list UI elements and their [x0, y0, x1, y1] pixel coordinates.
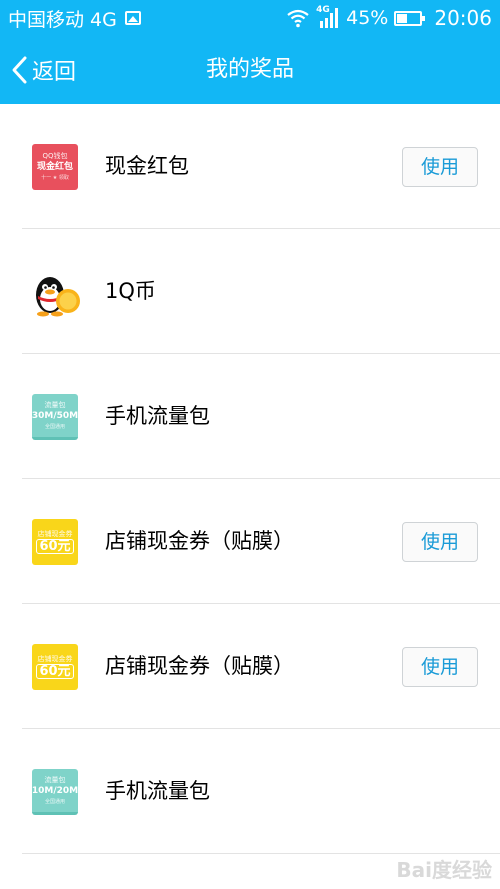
status-right: 4G 45% 20:06 — [286, 5, 492, 31]
thumbnail-text: 十一 ★ 领取 — [41, 175, 69, 181]
prize-list-item[interactable]: 流量包 10M/20M 全国通用 手机流量包 — [0, 729, 500, 854]
prize-name: 手机流量包 — [105, 404, 210, 428]
battery-icon — [394, 10, 426, 26]
qq-penguin-icon — [30, 267, 82, 319]
thumbnail-text: 30M/50M — [32, 410, 78, 421]
thumbnail-text: 店铺现金券 — [37, 655, 73, 663]
thumbnail-text: 60元 — [36, 664, 74, 679]
thumbnail-text: 流量包 — [44, 775, 66, 784]
status-left: 中国移动 4G — [8, 5, 141, 31]
thumbnail-text: QQ钱包 — [42, 152, 68, 160]
use-button[interactable]: 使用 — [402, 522, 478, 562]
wifi-icon — [287, 9, 309, 28]
carrier-label: 中国移动 4G — [8, 8, 117, 31]
prize-name: 手机流量包 — [105, 779, 210, 803]
watermark: Bai度经验 — [396, 858, 492, 882]
prize-thumbnail: QQ钱包现金红包十一 ★ 领取 — [32, 144, 78, 190]
prize-name: 店铺现金券（贴膜） — [105, 529, 294, 553]
image-icon — [124, 11, 141, 25]
use-button[interactable]: 使用 — [402, 647, 478, 687]
battery-level-fill — [397, 13, 408, 23]
thumbnail-text: 60元 — [36, 539, 74, 554]
thumbnail-text: 流量包 — [44, 400, 66, 409]
status-time: 20:06 — [434, 6, 492, 30]
thumbnail-text: 全国通用 — [44, 798, 65, 805]
prize-name: 现金红包 — [105, 154, 189, 178]
prize-list-item[interactable]: 1Q币 — [0, 229, 500, 354]
prize-list: QQ钱包 现金红包 十一 ★ 领取 现金红包 使用 1Q币 流量包 30M/50M 全国通用 手机… — [0, 104, 500, 854]
prize-list-item[interactable]: QQ钱包 现金红包 十一 ★ 领取 现金红包 使用 — [0, 104, 500, 229]
battery-percent: 45% — [346, 7, 389, 29]
thumbnail-text: 全国通用 — [44, 423, 65, 430]
thumbnail-text: 10M/20M — [32, 785, 78, 796]
prize-thumbnail: 流量包 30M/50M 全国通用 — [32, 394, 78, 440]
status-bar: 中国移动 4G 4G 45% 20:06 — [0, 0, 500, 36]
signal-icon: 4G — [316, 5, 340, 29]
thumbnail-text: 店铺现金券 — [37, 530, 73, 538]
page-title: 我的奖品 — [205, 57, 294, 82]
nav-bar: 返回 我的奖品 — [0, 36, 500, 104]
prize-thumbnail: 店铺现金券 60元 — [32, 644, 78, 690]
prize-list-item[interactable]: 店铺现金券 60元 店铺现金券（贴膜） 使用 — [0, 479, 500, 604]
prize-name: 1Q币 — [105, 279, 156, 303]
prize-name: 店铺现金券（贴膜） — [105, 654, 294, 678]
prize-thumbnail: 流量包 10M/20M 全国通用 — [32, 769, 78, 815]
thumbnail-text: 现金红包 — [36, 162, 73, 172]
prize-list-item[interactable]: 店铺现金券 60元 店铺现金券（贴膜） 使用 — [0, 604, 500, 729]
prize-thumbnail: 店铺现金券 60元 — [32, 519, 78, 565]
prize-list-item[interactable]: 流量包 30M/50M 全国通用 手机流量包 — [0, 354, 500, 479]
use-button[interactable]: 使用 — [402, 147, 478, 187]
